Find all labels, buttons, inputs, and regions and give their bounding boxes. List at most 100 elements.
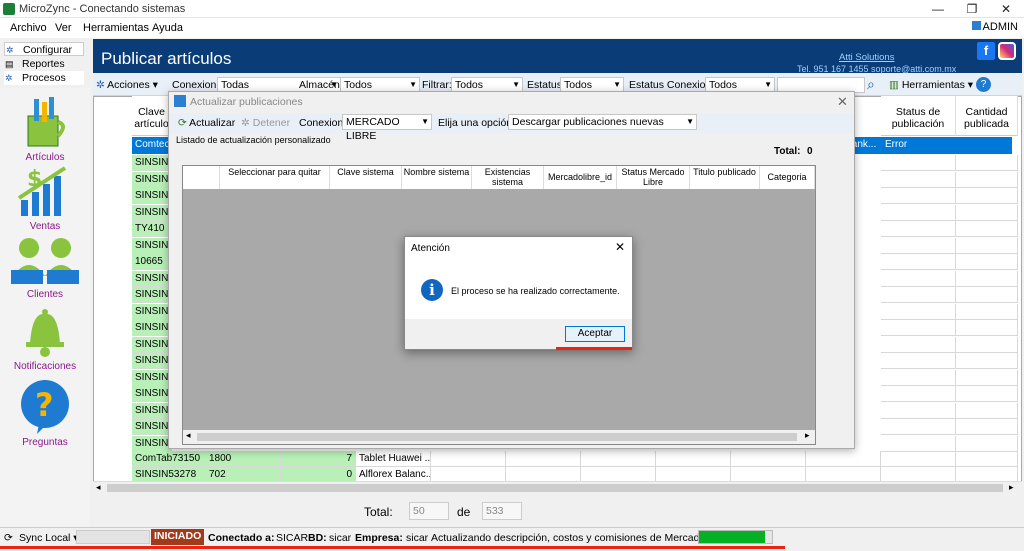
maximize-button[interactable]: ❐: [956, 0, 988, 18]
table-cell: [581, 451, 656, 467]
sidebar-label: Ventas: [29, 221, 61, 232]
table-row[interactable]: 10665: [132, 254, 172, 270]
col-clave-header[interactable]: Clave artículo: [132, 96, 172, 136]
table-cell: [956, 254, 1018, 270]
alert-close-icon[interactable]: ✕: [615, 240, 625, 254]
dialog-total-value: 0: [807, 146, 813, 157]
sidebar-item-notificaciones[interactable]: Notificaciones: [0, 306, 90, 372]
minimize-button[interactable]: —: [922, 0, 954, 18]
table-cell: [731, 451, 806, 467]
nav-tabs: ✲ Configurar ▤ Reportes ✲ Procesos: [0, 38, 90, 88]
table-row[interactable]: SINSIN5: [132, 237, 172, 254]
table-row[interactable]: ComTab73150: [132, 451, 206, 467]
table-row[interactable]: TY410: [132, 221, 172, 237]
close-button[interactable]: ✕: [990, 0, 1022, 18]
scroll-thumb[interactable]: [197, 433, 797, 441]
table-row[interactable]: SINSIN5: [132, 155, 172, 171]
table-row[interactable]: SINSIN3: [132, 320, 172, 336]
stop-icon: ✲: [241, 117, 250, 129]
sidebar-item-preguntas[interactable]: ? Preguntas: [0, 378, 90, 448]
scroll-right-icon[interactable]: ▸: [805, 430, 810, 441]
detener-button[interactable]: ✲ Detener: [241, 117, 290, 129]
search-icon[interactable]: ⌕: [867, 76, 875, 93]
clients-icon: [11, 238, 79, 284]
table-cell: [881, 451, 956, 467]
sidebar-item-ventas[interactable]: $ Ventas: [0, 164, 90, 232]
company-link[interactable]: Atti Solutions: [839, 52, 894, 63]
contact-info[interactable]: Tel. 951 167 1455 soporte@atti.com.mx: [797, 64, 956, 74]
page-header: Publicar artículos Atti Solutions Tel. 9…: [93, 39, 1022, 74]
col-seleccionar[interactable]: Seleccionar para quitar: [220, 166, 330, 189]
sidebar-item-articulos[interactable]: Artículos: [0, 94, 90, 163]
scroll-thumb[interactable]: [107, 484, 1003, 492]
table-cell: [881, 303, 956, 320]
actualizar-button[interactable]: ⟳ Actualizar: [178, 117, 235, 129]
conectado-value: SICAR: [276, 532, 309, 544]
facebook-icon[interactable]: f: [977, 42, 995, 60]
table-cell: Tablet Huawei ...: [356, 451, 431, 467]
table-cell: [956, 303, 1018, 320]
table-cell: [956, 320, 1018, 336]
dialog-hscrollbar[interactable]: ◂ ▸: [183, 430, 815, 444]
table-row[interactable]: SINSIN9: [132, 336, 172, 353]
table-row[interactable]: SINSIN9: [132, 171, 172, 188]
progress-bar: [698, 530, 773, 544]
gear-icon: ✲: [6, 45, 14, 55]
table-row[interactable]: SINSIN3: [132, 369, 172, 386]
dialog-app-icon: [174, 95, 186, 107]
conexion-label: Conexion:: [172, 79, 220, 91]
table-row[interactable]: SINSIN6: [132, 419, 172, 435]
table-row[interactable]: SINSIN1: [132, 435, 172, 452]
dialog-conexion-select[interactable]: MERCADO LIBRE ▼: [342, 114, 432, 142]
col-cantidad-header[interactable]: Cantidad publicada: [956, 96, 1018, 136]
dialog-title: Actualizar publicaciones: [190, 96, 303, 108]
dialog-conexion-label: Conexion:: [299, 117, 347, 129]
menu-herramientas[interactable]: Herramientas: [83, 22, 149, 34]
sync-local-select[interactable]: Sync Local ▾: [19, 532, 79, 544]
horizontal-scrollbar[interactable]: ◂ ▸: [93, 481, 1022, 494]
bell-icon: [26, 309, 64, 357]
opcion-select[interactable]: Descargar publicaciones nuevas ▼: [508, 114, 697, 130]
tab-configurar[interactable]: ✲ Configurar: [4, 42, 84, 56]
table-row[interactable]: SINSIN6: [132, 204, 172, 221]
sidebar: Artículos $ Ventas Clientes Notificacion…: [0, 88, 90, 528]
dialog-close-icon[interactable]: ✕: [837, 94, 848, 110]
scroll-left-icon[interactable]: ◂: [186, 430, 191, 441]
sidebar-item-clientes[interactable]: Clientes: [0, 236, 90, 300]
table-row[interactable]: SINSIN5: [132, 270, 172, 287]
table-row[interactable]: SINSIN8: [132, 386, 172, 402]
col-mercadolibre-id[interactable]: Mercadolibre_id: [544, 166, 617, 189]
svg-text:?: ?: [35, 386, 54, 424]
table-cell: 7: [281, 451, 356, 467]
menu-archivo[interactable]: Archivo: [10, 22, 47, 34]
col-categoria[interactable]: Categoria: [760, 166, 815, 189]
table-row[interactable]: SINSIN3: [132, 402, 172, 419]
col-clave-sistema[interactable]: Clave sistema: [330, 166, 402, 189]
acciones-button[interactable]: ✲ Acciones ▾: [96, 79, 158, 91]
table-row[interactable]: SINSIN6: [132, 303, 172, 320]
herramientas-button[interactable]: ▥ Herramientas ▾: [889, 79, 973, 91]
help-icon[interactable]: ?: [976, 77, 991, 92]
table-row[interactable]: SINSIN4: [132, 287, 172, 303]
instagram-icon[interactable]: [998, 42, 1016, 60]
table-row[interactable]: SINSIN9: [132, 353, 172, 369]
aceptar-button[interactable]: Aceptar: [565, 326, 625, 342]
status-message: Actualizando descripción, costos y comis…: [431, 532, 732, 544]
table-cell: [956, 155, 1018, 171]
scroll-left-icon[interactable]: ◂: [96, 482, 101, 493]
col-status-header[interactable]: Status de publicación: [881, 96, 956, 136]
menu-ver[interactable]: Ver: [55, 22, 72, 34]
col-titulo[interactable]: Titulo publicado: [690, 166, 760, 189]
menu-ayuda[interactable]: Ayuda: [152, 22, 183, 34]
col-status-ml[interactable]: Status Mercado Libre: [617, 166, 690, 189]
scroll-right-icon[interactable]: ▸: [1009, 482, 1014, 493]
table-row[interactable]: SINSIN7: [132, 188, 172, 204]
sidebar-label: Notificaciones: [13, 361, 77, 372]
tab-procesos[interactable]: ✲ Procesos: [4, 71, 84, 85]
table-cell: [881, 188, 956, 204]
user-icon: [971, 21, 981, 30]
col-nombre-sistema[interactable]: Nombre sistema: [402, 166, 472, 189]
tab-reportes[interactable]: ▤ Reportes: [4, 57, 84, 71]
col-existencias[interactable]: Existencias sistema: [472, 166, 544, 189]
estatus-conexion-label: Estatus Conexion:: [629, 79, 715, 91]
